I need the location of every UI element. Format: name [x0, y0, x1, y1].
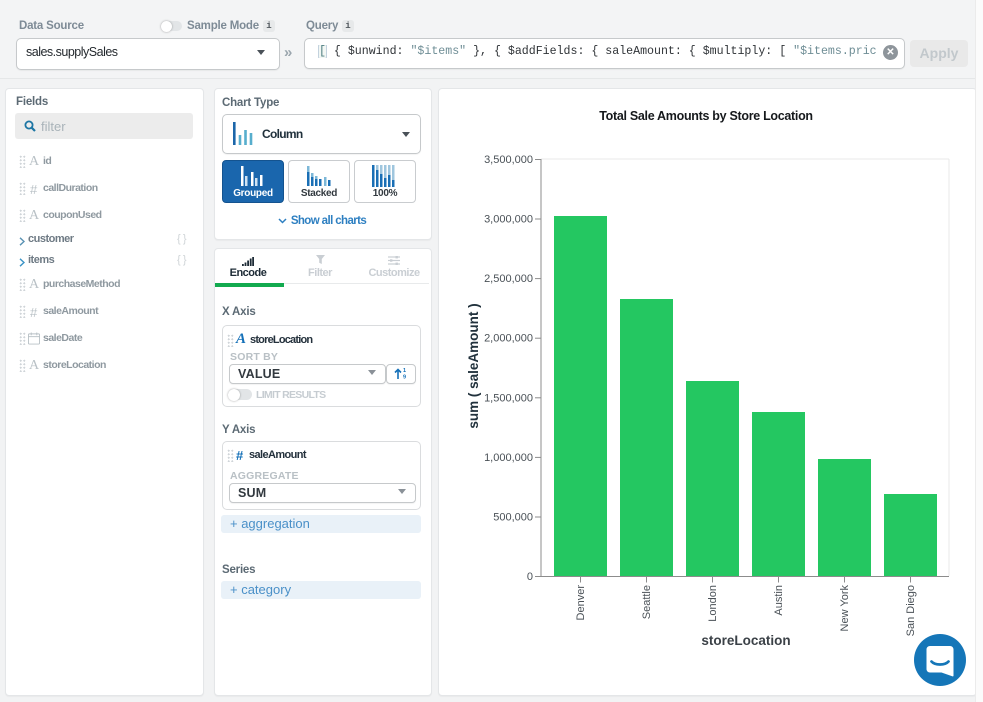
svg-text:1,000,000: 1,000,000 [484, 452, 533, 464]
svg-text:1: 1 [403, 368, 406, 374]
svg-text:Total Sale Amounts by Store Lo: Total Sale Amounts by Store Location [599, 109, 813, 123]
svg-text:Seattle: Seattle [641, 585, 653, 619]
svg-text:Denver: Denver [575, 585, 587, 621]
svg-text:London: London [707, 585, 719, 622]
svg-text:New York: New York [839, 585, 851, 632]
svg-text:2,500,000: 2,500,000 [484, 273, 533, 285]
svg-text:sum ( saleAmount ): sum ( saleAmount ) [466, 303, 481, 428]
svg-text:2,000,000: 2,000,000 [484, 333, 533, 345]
svg-text:500,000: 500,000 [493, 512, 533, 524]
svg-text:3,500,000: 3,500,000 [484, 154, 533, 166]
svg-text:Austin: Austin [773, 585, 785, 616]
svg-text:San Diego: San Diego [905, 585, 917, 636]
svg-text:9: 9 [403, 375, 406, 380]
svg-text:3,000,000: 3,000,000 [484, 214, 533, 226]
svg-text:storeLocation: storeLocation [701, 633, 790, 648]
svg-text:0: 0 [527, 571, 533, 583]
svg-text:1,500,000: 1,500,000 [484, 392, 533, 404]
